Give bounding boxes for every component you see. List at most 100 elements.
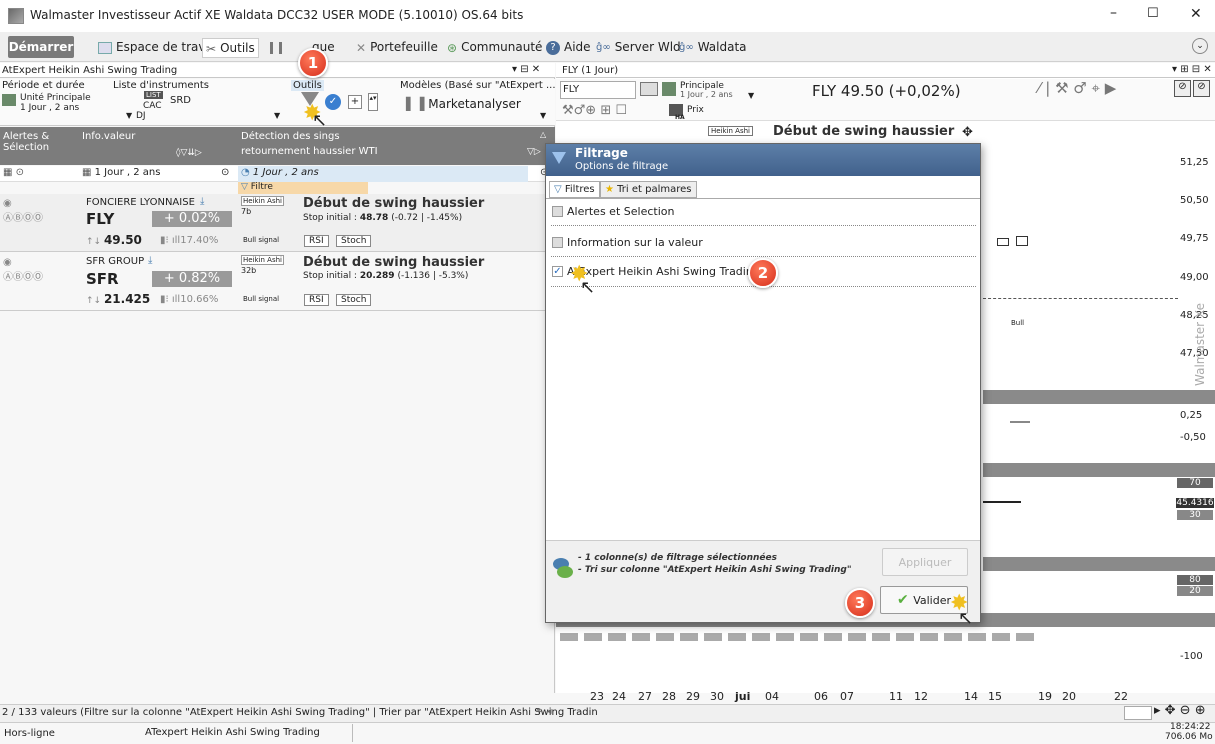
models-dropdown[interactable]: ▼ <box>540 111 546 120</box>
info-line-1: - 1 colonne(s) de filtrage sélectionnées <box>578 553 777 563</box>
period-unit[interactable]: Unité Principale <box>20 93 91 103</box>
x-label: 20 <box>1062 690 1076 703</box>
chart-tab-title: FLY (1 Jour) <box>562 65 619 76</box>
move-icon[interactable]: ✥ <box>962 125 973 140</box>
list-srd[interactable]: SRD <box>170 95 191 106</box>
marketanalyser-button[interactable]: ▌▐ Marketanalyser <box>406 97 521 111</box>
period-row-value-2[interactable]: ◔ 1 Jour , 2 ans <box>241 167 319 178</box>
col-info[interactable]: Info.valeur <box>82 131 135 142</box>
x-label: 28 <box>662 690 676 703</box>
row2-bull: Bull signal <box>243 295 280 303</box>
chart-heading: Début de swing haussier <box>773 124 955 139</box>
principale-dropdown[interactable]: ▼ <box>748 91 754 100</box>
apply-button[interactable]: Appliquer <box>882 548 968 576</box>
chart-panel-controls[interactable]: ▾ ⊞ ⊟ ✕ <box>1172 64 1212 75</box>
menu-help[interactable]: ? Aide <box>546 40 591 55</box>
opt-alerts[interactable]: Alertes et Selection <box>567 205 674 218</box>
list-tag[interactable]: LIST <box>144 91 163 99</box>
stop-line <box>983 298 1178 299</box>
status-divider <box>352 724 353 742</box>
close-button[interactable]: ✕ <box>1190 6 1202 22</box>
tab-ranking[interactable]: ★ Tri et palmares <box>600 181 697 198</box>
period-row-value[interactable]: ▦ 1 Jour , 2 ans <box>82 167 160 178</box>
col-detection[interactable]: Détection des sings <box>241 131 340 142</box>
menu-portfolio[interactable]: ✕ Portefeuille <box>356 40 438 55</box>
rsi-button[interactable]: RSI <box>304 235 329 247</box>
nav-icons[interactable]: ▸ ✥ ⊖ ⊕ <box>1154 703 1206 718</box>
prix-label[interactable]: Prix <box>687 105 704 115</box>
alert-icons[interactable]: ◉ ⒶⒷⓄⓄ <box>3 257 43 283</box>
link-icon[interactable]: ⚭ ◂ <box>535 706 552 717</box>
menu-community[interactable]: ⊛ Communauté <box>447 40 542 55</box>
left-panel-title: AtExpert Heikin Ashi Swing Trading <box>2 65 178 76</box>
add-column-icon[interactable]: + <box>348 95 362 109</box>
download-icon[interactable]: ⤓ <box>200 196 204 207</box>
stepper-icon[interactable]: ▴▾ <box>368 93 378 111</box>
status-line: 2 / 133 valeurs (Filtre sur la colonne "… <box>2 707 598 718</box>
opt-atexpert[interactable]: AtExpert Heikin Ashi Swing Trading <box>567 265 760 278</box>
tab-filters[interactable]: ▽ Filtres <box>549 181 600 198</box>
period-row-dd[interactable]: ⊙ <box>221 167 229 178</box>
x-label: jui <box>735 690 751 703</box>
cursor-icon: ↖ <box>580 277 596 298</box>
cursor-icon: ↖ <box>312 110 328 131</box>
checkmark-icon: ✔ <box>897 592 914 608</box>
col-sort-icon[interactable]: △ <box>540 130 546 139</box>
book-icon[interactable] <box>640 82 658 96</box>
volume-bars <box>560 633 1040 641</box>
filter-icon: ▽ <box>241 182 251 192</box>
col-detection-icons[interactable]: ▽▷ <box>527 147 541 157</box>
app-icon <box>8 8 24 24</box>
download-icon[interactable]: ⤓ <box>148 255 152 266</box>
y-label-3: 49,00 <box>1180 272 1209 283</box>
row1-ticker[interactable]: FLY <box>86 210 114 228</box>
workspace-icon <box>98 41 112 54</box>
alert-icons[interactable]: ◉ ⒶⒷⓄⓄ <box>3 198 43 224</box>
row2-ticker[interactable]: SFR <box>86 270 119 288</box>
draw-tools-icons[interactable]: ⁄ | ⚒ ♂ ⌖ ▶ <box>1038 79 1116 97</box>
maximize-button[interactable]: ☐ <box>1147 6 1159 21</box>
x-label: 30 <box>710 690 724 703</box>
col-alerts[interactable]: Alertes & <box>3 131 49 142</box>
dropdown-arrow[interactable]: ▼ <box>274 111 280 120</box>
models-label: Modèles (Basé sur "AtExpert ... <box>400 80 556 91</box>
panel-controls[interactable]: ▾ ⊟ ✕ <box>512 64 540 75</box>
period-value[interactable]: 1 Jour , 2 ans <box>20 103 79 113</box>
horizontal-scrollbar[interactable] <box>1124 706 1152 720</box>
calendar-icon[interactable]: ▦ ⊙ <box>3 167 24 178</box>
menu-waldata[interactable]: ĝ∞ Waldata <box>679 40 747 54</box>
list-dropdown-icon[interactable]: ▼ <box>126 111 132 120</box>
filter-label[interactable]: ▽ Filtre <box>241 182 273 192</box>
checkbox-atexpert[interactable]: ✓ <box>552 266 563 277</box>
chart-tools-row[interactable]: ⚒♂⊕ ⊞ ☐ <box>562 103 627 118</box>
stoch-button[interactable]: Stoch <box>336 294 372 306</box>
principale-sub[interactable]: 1 Jour , 2 ans <box>680 90 733 99</box>
list-dj[interactable]: DJ <box>136 111 146 121</box>
list-cac[interactable]: CAC <box>143 101 162 111</box>
x-label: 22 <box>1114 690 1128 703</box>
ind4-label: -100 <box>1180 651 1203 662</box>
menu-tools[interactable]: ✂ Outils <box>202 38 259 58</box>
symbol-input[interactable]: FLY <box>560 81 636 99</box>
checkbox-info[interactable] <box>552 237 563 248</box>
ind1-line <box>1010 421 1030 423</box>
stoch-button[interactable]: Stoch <box>336 235 372 247</box>
minimize-button[interactable]: – <box>1110 5 1117 21</box>
menu-server[interactable]: ĝ∞ Server Wld <box>596 40 681 54</box>
indicator-band <box>983 390 1215 404</box>
bull-marker: Bull <box>1011 319 1025 327</box>
rsi-button[interactable]: RSI <box>304 294 329 306</box>
start-button[interactable]: Démarrer <box>8 36 74 58</box>
validate-circle-icon[interactable]: ✓ <box>325 94 341 110</box>
chart-header <box>556 63 1215 78</box>
checkbox-alerts[interactable] <box>552 206 563 217</box>
opt-info[interactable]: Information sur la valeur <box>567 236 703 249</box>
zoom-button-2[interactable]: ⊘ <box>1193 80 1210 97</box>
menu-chart[interactable] <box>270 40 286 54</box>
row2-vol: ▮⁝ ıll10.66% <box>160 294 219 305</box>
community-icon: ⊛ <box>447 40 458 55</box>
col-info-icons[interactable]: ◊▽⇊▷ <box>176 148 202 158</box>
expand-icon[interactable]: ⌄ <box>1192 38 1208 54</box>
col-alerts-b[interactable]: Sélection <box>3 142 49 153</box>
zoom-button[interactable]: ⊘ <box>1174 80 1191 97</box>
